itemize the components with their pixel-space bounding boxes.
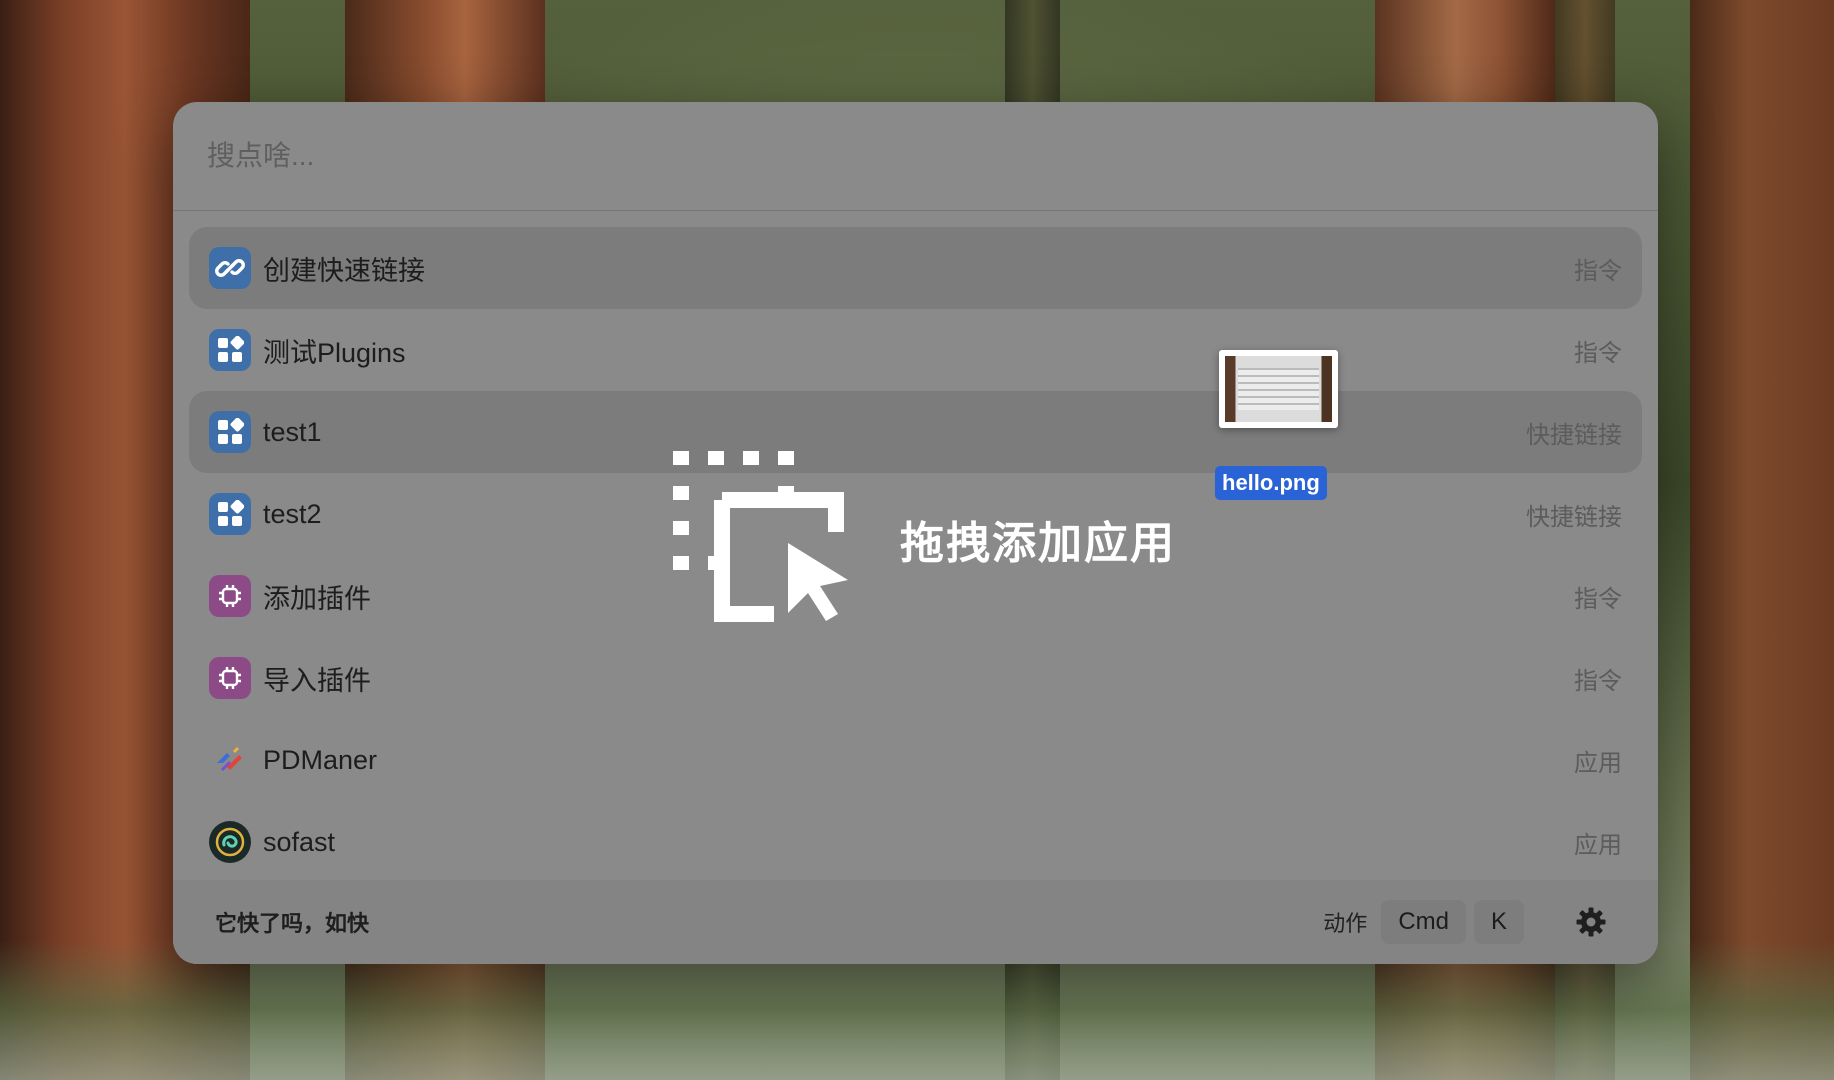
list-item[interactable]: test1 快捷链接 [189,391,1642,473]
item-label: test1 [263,416,322,447]
shortcut-key-cmd: Cmd [1381,900,1466,944]
list-item[interactable]: 导入插件 指令 [189,637,1642,719]
item-label: PDManer [263,744,378,775]
item-type: 快捷链接 [1526,421,1622,449]
actions-label[interactable]: 动作 [1323,906,1367,938]
item-label: 创建快速链接 [263,255,425,286]
item-label: 添加插件 [263,583,371,614]
list-item[interactable]: sofast 应用 [189,801,1642,883]
item-type: 快捷链接 [1526,503,1622,531]
item-type: 应用 [1574,749,1622,777]
sofast-app-icon [209,821,251,863]
shortcut-key-k: K [1473,900,1524,944]
pdmaner-app-icon [209,739,251,781]
drop-hint-text: 拖拽添加应用 [900,519,1176,568]
gear-icon[interactable] [1574,905,1608,939]
list-item[interactable]: 创建快速链接 指令 [189,227,1642,309]
plugin-grid-icon [209,493,251,535]
footer-slogan: 它快了吗，如快 [215,911,370,936]
chip-icon [209,657,251,699]
drag-select-cursor-icon [670,448,850,632]
item-label: 测试Plugins [263,337,406,368]
footer-bar: 它快了吗，如快 动作 Cmd K [173,880,1658,964]
item-label: 导入插件 [263,665,371,696]
plugin-grid-icon [209,411,251,453]
dragged-file-name: hello.png [1215,466,1327,500]
search-input[interactable] [205,139,1509,173]
item-label: test2 [263,498,322,529]
item-type: 指令 [1574,339,1622,367]
list-item[interactable]: PDManer 应用 [189,719,1642,801]
item-type: 指令 [1574,667,1622,695]
item-type: 应用 [1574,831,1622,859]
item-type: 指令 [1574,257,1622,285]
dragged-file-thumbnail[interactable] [1219,350,1338,428]
item-type: 指令 [1574,585,1622,613]
chip-icon [209,575,251,617]
search-bar [173,102,1658,211]
plugin-grid-icon [209,329,251,371]
list-item[interactable]: 测试Plugins 指令 [189,309,1642,391]
item-label: sofast [263,826,336,857]
link-icon [209,247,251,289]
